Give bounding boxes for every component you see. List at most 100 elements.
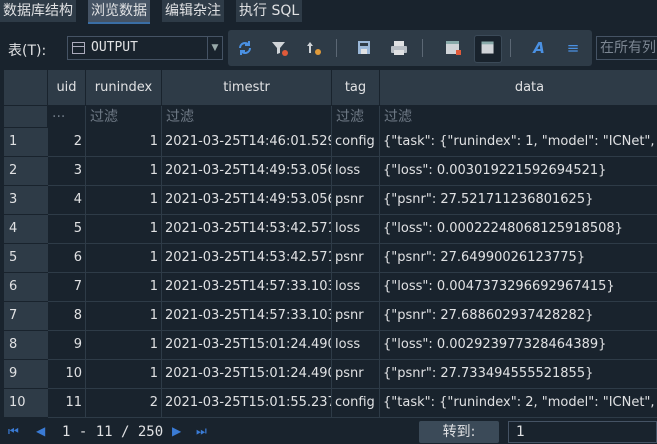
cell-tag[interactable]: psnr (332, 186, 380, 215)
cell-timestr[interactable]: 2021-03-25T14:53:42.571 (162, 244, 332, 273)
first-page-icon[interactable]: ⏮ (8, 424, 19, 439)
cell-data[interactable]: {"loss": 0.0047373296692967415} (380, 273, 657, 302)
cell-runindex[interactable]: 1 (86, 302, 162, 331)
tab-execute-sql[interactable]: 执行 SQL (236, 0, 303, 22)
cell-timestr[interactable]: 2021-03-25T14:49:53.056 (162, 186, 332, 215)
print-icon[interactable] (386, 35, 412, 61)
corner-header (4, 70, 48, 106)
cell-uid[interactable]: 10 (48, 360, 86, 389)
cell-uid[interactable]: 3 (48, 157, 86, 186)
data-grid: uid runindex timestr tag data ··· 过滤 过滤 … (4, 70, 657, 419)
cell-data[interactable]: {"psnr": 27.688602937428282} (380, 302, 657, 331)
filter-input-tag[interactable]: 过滤 (332, 106, 380, 128)
cell-data[interactable]: {"task": {"runindex": 1, "model": "ICNet… (380, 128, 657, 157)
last-page-icon[interactable]: ⏭ (196, 424, 207, 439)
row-number[interactable]: 9 (4, 360, 48, 389)
row-number[interactable]: 8 (4, 331, 48, 360)
column-header-data[interactable]: data (380, 70, 657, 106)
cell-timestr[interactable]: 2021-03-25T14:53:42.571 (162, 215, 332, 244)
goto-input[interactable]: 1 (508, 421, 657, 443)
cell-runindex[interactable]: 2 (86, 389, 162, 418)
column-header-tag[interactable]: tag (332, 70, 380, 106)
cell-data[interactable]: {"psnr": 27.521711236801625} (380, 186, 657, 215)
row-number[interactable]: 10 (4, 389, 48, 418)
cell-timestr[interactable]: 2021-03-25T15:01:55.237 (162, 389, 332, 418)
filter-input-runindex[interactable]: 过滤 (86, 106, 162, 128)
cell-tag[interactable]: loss (332, 157, 380, 186)
table-select-value: OUTPUT (91, 40, 138, 55)
clear-filters-icon[interactable] (266, 35, 292, 61)
cell-timestr[interactable]: 2021-03-25T14:57:33.103 (162, 302, 332, 331)
chevron-down-icon[interactable]: ▼ (207, 37, 222, 59)
cell-uid[interactable]: 5 (48, 215, 86, 244)
cell-data[interactable]: {"psnr": 27.64990026123775} (380, 244, 657, 273)
cell-uid[interactable]: 7 (48, 273, 86, 302)
save-table-icon[interactable] (352, 35, 378, 61)
cell-uid[interactable]: 6 (48, 244, 86, 273)
cell-runindex[interactable]: 1 (86, 273, 162, 302)
row-number[interactable]: 4 (4, 215, 48, 244)
insert-record-icon[interactable] (440, 35, 466, 61)
refresh-icon[interactable] (232, 35, 258, 61)
cell-data[interactable]: {"loss": 0.002923977328464389} (380, 331, 657, 360)
row-number[interactable]: 5 (4, 244, 48, 273)
cell-tag[interactable]: config (332, 128, 380, 157)
row-number[interactable]: 7 (4, 302, 48, 331)
cell-timestr[interactable]: 2021-03-25T15:01:24.490 (162, 331, 332, 360)
column-header-timestr[interactable]: timestr (162, 70, 332, 106)
row-number[interactable]: 2 (4, 157, 48, 186)
cell-tag[interactable]: config (332, 389, 380, 418)
cell-runindex[interactable]: 1 (86, 360, 162, 389)
table-select[interactable]: OUTPUT ▼ (67, 36, 223, 60)
goto-button[interactable]: 转到: (419, 421, 499, 443)
cell-uid[interactable]: 9 (48, 331, 86, 360)
cell-tag[interactable]: psnr (332, 302, 380, 331)
cell-tag[interactable]: loss (332, 215, 380, 244)
tab-edit-pragmas[interactable]: 编辑杂注 (162, 0, 224, 22)
cell-uid[interactable]: 11 (48, 389, 86, 418)
cell-runindex[interactable]: 1 (86, 157, 162, 186)
filter-input-timestr[interactable]: 过滤 (162, 106, 332, 128)
column-header-uid[interactable]: uid (48, 70, 86, 106)
cell-uid[interactable]: 4 (48, 186, 86, 215)
cell-runindex[interactable]: 1 (86, 331, 162, 360)
cell-tag[interactable]: loss (332, 273, 380, 302)
table-label: 表(T): (8, 43, 47, 59)
cell-tag[interactable]: psnr (332, 360, 380, 389)
next-page-icon[interactable]: ▶ (172, 424, 181, 438)
cell-data[interactable]: {"loss": 0.003019221592694521} (380, 157, 657, 186)
table-icon (72, 42, 85, 54)
delete-record-icon[interactable] (474, 35, 502, 63)
cell-uid[interactable]: 8 (48, 302, 86, 331)
filter-input-uid[interactable]: ··· (48, 106, 86, 128)
tab-database-structure[interactable]: 数据库结构 (0, 0, 76, 22)
filter-corner (4, 106, 48, 128)
cell-runindex[interactable]: 1 (86, 244, 162, 273)
row-number[interactable]: 3 (4, 186, 48, 215)
row-number[interactable]: 1 (4, 128, 48, 157)
column-header-runindex[interactable]: runindex (86, 70, 162, 106)
cell-data[interactable]: {"psnr": 27.733494555521855} (380, 360, 657, 389)
cell-tag[interactable]: psnr (332, 244, 380, 273)
filter-input-data[interactable]: 过滤 (380, 106, 657, 128)
cell-runindex[interactable]: 1 (86, 128, 162, 157)
cell-uid[interactable]: 2 (48, 128, 86, 157)
text-color-icon[interactable]: ≡ (560, 35, 586, 61)
cell-data[interactable]: {"loss": 0.00022248068125918508} (380, 215, 657, 244)
font-icon[interactable]: A (526, 35, 552, 61)
cell-timestr[interactable]: 2021-03-25T14:49:53.056 (162, 157, 332, 186)
row-number[interactable]: 6 (4, 273, 48, 302)
clear-sort-icon[interactable] (300, 35, 326, 61)
cell-timestr[interactable]: 2021-03-25T15:01:24.490 (162, 360, 332, 389)
search-all-columns-input[interactable]: 在所有列 (596, 36, 657, 60)
page-info: 1 - 11 / 250 (62, 424, 164, 440)
cell-data[interactable]: {"task": {"runindex": 2, "model": "ICNet… (380, 389, 657, 418)
previous-page-icon[interactable]: ◀ (36, 424, 45, 438)
cell-timestr[interactable]: 2021-03-25T14:46:01.529 (162, 128, 332, 157)
cell-runindex[interactable]: 1 (86, 215, 162, 244)
cell-tag[interactable]: loss (332, 331, 380, 360)
tab-bar: 数据库结构 浏览数据 编辑杂注 执行 SQL (0, 0, 657, 24)
cell-timestr[interactable]: 2021-03-25T14:57:33.103 (162, 273, 332, 302)
cell-runindex[interactable]: 1 (86, 186, 162, 215)
tab-browse-data[interactable]: 浏览数据 (88, 0, 150, 24)
